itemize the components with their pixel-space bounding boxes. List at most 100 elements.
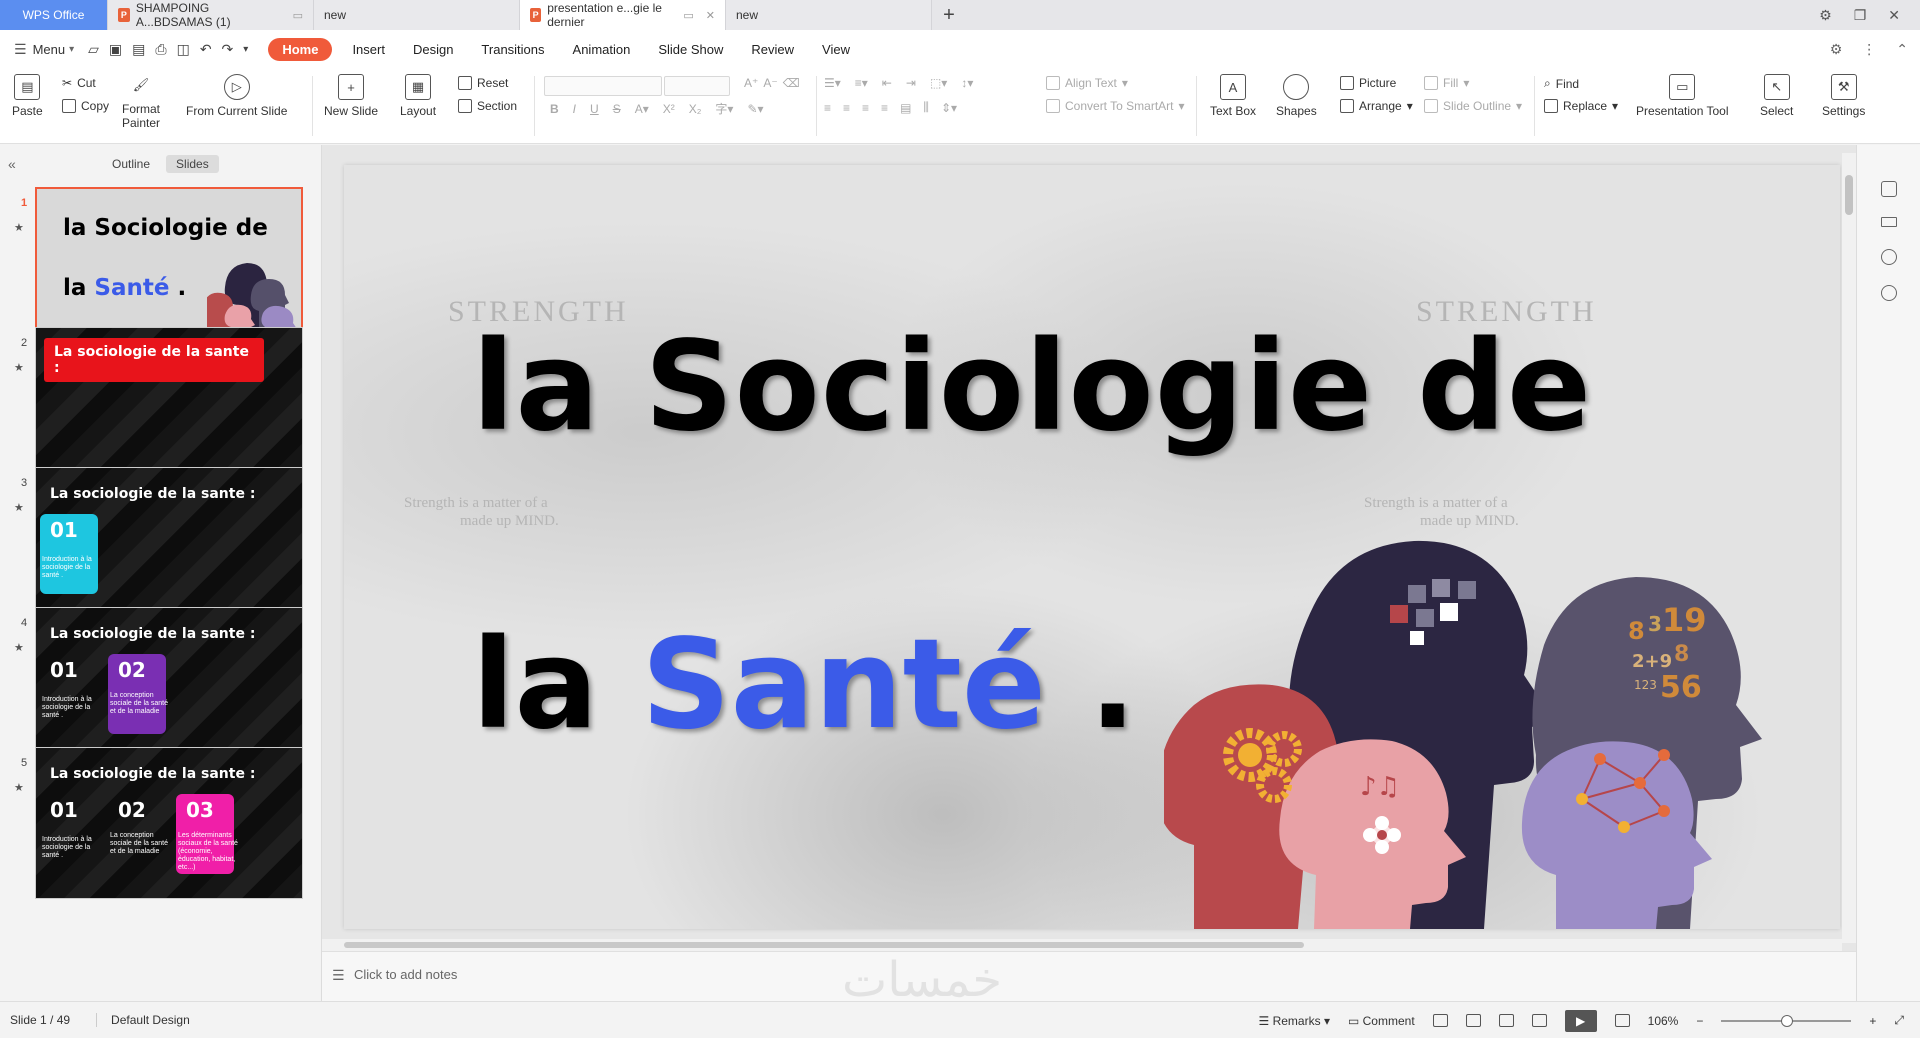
tab-wps-office[interactable]: WPS Office <box>0 0 108 30</box>
fill-button[interactable]: Fill ▾ <box>1424 76 1469 90</box>
tab-new-1[interactable]: new <box>314 0 520 30</box>
more-options-icon[interactable]: ⋮ <box>1862 41 1876 58</box>
fit-slide-icon[interactable] <box>1614 1014 1630 1027</box>
highlight-icon[interactable]: ✎▾ <box>747 102 763 116</box>
slide-outline-button[interactable]: Slide Outline ▾ <box>1424 99 1522 113</box>
replace-button[interactable]: Replace ▾ <box>1544 99 1618 113</box>
slide-title-line1[interactable]: la Sociologie de <box>472 315 1592 459</box>
settings-gear-icon[interactable]: ⚙ <box>1819 7 1832 24</box>
current-slide-canvas[interactable]: STRENGTH STRENGTH Strength is a matter o… <box>344 165 1840 929</box>
picture-button[interactable]: Picture <box>1340 76 1396 90</box>
open-folder-icon[interactable]: ▱ <box>88 41 99 58</box>
menu-home[interactable]: Home <box>268 37 333 61</box>
export-icon[interactable]: ▤ <box>132 41 145 58</box>
notes-placeholder[interactable]: Click to add notes <box>354 967 457 982</box>
increase-indent-icon[interactable]: ⇥ <box>906 76 916 90</box>
shapes-button[interactable]: Shapes <box>1276 74 1317 118</box>
superscript-icon[interactable]: X² <box>663 102 675 116</box>
slide-thumbnail[interactable]: la Sociologie de la Santé . <box>35 187 303 339</box>
presenter-view-icon[interactable] <box>1531 1014 1547 1027</box>
numbered-list-icon[interactable]: ≡▾ <box>855 76 868 90</box>
bullet-list-icon[interactable]: ☰▾ <box>824 76 841 90</box>
align-center-icon[interactable]: ≡ <box>843 101 850 115</box>
paste-button[interactable]: ▤ Paste <box>12 74 43 118</box>
slide-thumbnail[interactable]: La sociologie de la sante : 01 Introduct… <box>35 607 303 759</box>
tab-slides[interactable]: Slides <box>166 155 219 173</box>
tab-document-presentation[interactable]: P presentation e...gie le dernier ▭ ✕ <box>520 0 726 30</box>
scroll-thumb[interactable] <box>1845 175 1853 215</box>
slide-thumbnail-row[interactable]: 2 ★ La sociologie de la sante : <box>0 327 316 487</box>
design-name[interactable]: Default Design <box>96 1013 190 1027</box>
menu-animation[interactable]: Animation <box>559 42 645 57</box>
italic-icon[interactable]: I <box>573 102 576 116</box>
normal-view-icon[interactable] <box>1432 1014 1448 1027</box>
line-spacing-icon[interactable]: ↕▾ <box>961 76 973 90</box>
reset-button[interactable]: Reset <box>458 76 508 90</box>
vertical-scrollbar[interactable] <box>1842 153 1856 943</box>
menu-slide-show[interactable]: Slide Show <box>644 42 737 57</box>
remarks-button[interactable]: ☰ Remarks ▾ <box>1259 1014 1330 1028</box>
decrease-indent-icon[interactable]: ⇤ <box>882 76 892 90</box>
tab-document-shampoing[interactable]: P SHAMPOING A...BDSAMAS (1) ▭ <box>108 0 314 30</box>
fit-window-icon[interactable]: ⤢ <box>1894 1013 1904 1028</box>
new-slide-button[interactable]: + New Slide <box>324 74 378 118</box>
tab-new-2[interactable]: new <box>726 0 932 30</box>
play-slideshow-button[interactable]: ▶ <box>1564 1009 1597 1032</box>
zoom-level[interactable]: 106% <box>1648 1014 1679 1028</box>
skin-icon[interactable]: ⚙ <box>1830 41 1843 58</box>
align-right-icon[interactable]: ≡ <box>862 101 869 115</box>
hamburger-icon[interactable]: ☰ <box>14 41 27 58</box>
close-tab-icon[interactable]: ✕ <box>706 9 715 22</box>
slide-sorter-icon[interactable] <box>1465 1014 1481 1027</box>
font-size-combo[interactable] <box>664 76 730 96</box>
cut-button[interactable]: ✂ Cut <box>62 76 96 90</box>
reading-view-icon[interactable] <box>1498 1014 1514 1027</box>
history-icon[interactable] <box>1881 285 1897 301</box>
layout-button[interactable]: ▦ Layout <box>400 74 436 118</box>
add-tab-button[interactable]: + <box>932 0 966 30</box>
close-window-icon[interactable]: ✕ <box>1888 7 1900 24</box>
font-color-icon[interactable]: A▾ <box>635 102 649 116</box>
copy-button[interactable]: Copy <box>62 99 109 113</box>
slide-thumbnail[interactable]: La sociologie de la sante : 01 Introduct… <box>35 467 303 619</box>
select-button[interactable]: ↖ Select <box>1760 74 1793 118</box>
menu-insert[interactable]: Insert <box>338 42 399 57</box>
zoom-slider-knob[interactable] <box>1781 1014 1794 1027</box>
menu-button[interactable]: Menu <box>33 42 66 57</box>
align-text-button[interactable]: Align Text ▾ <box>1046 76 1128 90</box>
restore-window-icon[interactable]: ❐ <box>1854 7 1867 24</box>
zoom-slider[interactable] <box>1721 1014 1852 1027</box>
tab-outline[interactable]: Outline <box>102 155 160 173</box>
zoom-in-icon[interactable]: + <box>1869 1014 1876 1028</box>
print-preview-icon[interactable]: ◫ <box>177 41 190 58</box>
from-current-slide-button[interactable]: ▷ From Current Slide <box>186 74 287 118</box>
notes-pane[interactable]: ☰ Click to add notes خمسات <box>322 951 1856 1008</box>
slide-thumbnail-row[interactable]: 5 ★ La sociologie de la sante : 01 Intro… <box>0 747 316 907</box>
strikethrough-icon[interactable]: S <box>613 102 621 116</box>
presentation-tool-button[interactable]: ▭ Presentation Tool <box>1636 74 1729 118</box>
menu-transitions[interactable]: Transitions <box>467 42 558 57</box>
slide-title-line2[interactable]: la Santé . <box>472 613 1136 757</box>
slide-thumbnail[interactable]: La sociologie de la sante : 01 Introduct… <box>35 747 303 899</box>
redo-icon[interactable]: ↷ <box>222 41 234 58</box>
justify-icon[interactable]: ≡ <box>881 101 888 115</box>
settings-button[interactable]: ⚒ Settings <box>1822 74 1865 118</box>
scroll-thumb[interactable] <box>344 942 1304 948</box>
find-button[interactable]: ⌕ Find <box>1544 76 1579 91</box>
slide-design-icon[interactable] <box>1881 181 1897 197</box>
subscript-icon[interactable]: X₂ <box>689 102 702 116</box>
zoom-out-icon[interactable]: − <box>1696 1014 1703 1028</box>
animation-icon[interactable] <box>1881 249 1897 265</box>
menu-design[interactable]: Design <box>399 42 467 57</box>
arrange-button[interactable]: Arrange ▾ <box>1340 99 1413 113</box>
section-button[interactable]: Section <box>458 99 517 113</box>
slide-thumbnail-row[interactable]: 1 ★ la Sociologie de la Santé . <box>0 187 316 347</box>
undo-icon[interactable]: ↶ <box>200 41 212 58</box>
format-painter-button[interactable]: 🖌 Format Painter <box>122 72 160 130</box>
phonetic-icon[interactable]: 字▾ <box>715 100 733 117</box>
bold-icon[interactable]: B <box>550 102 559 116</box>
properties-icon[interactable] <box>1881 217 1897 227</box>
slide-thumbnail-row[interactable]: 3 ★ La sociologie de la sante : 01 Intro… <box>0 467 316 627</box>
menu-review[interactable]: Review <box>737 42 808 57</box>
text-direction-icon[interactable]: ⬚▾ <box>930 76 947 90</box>
